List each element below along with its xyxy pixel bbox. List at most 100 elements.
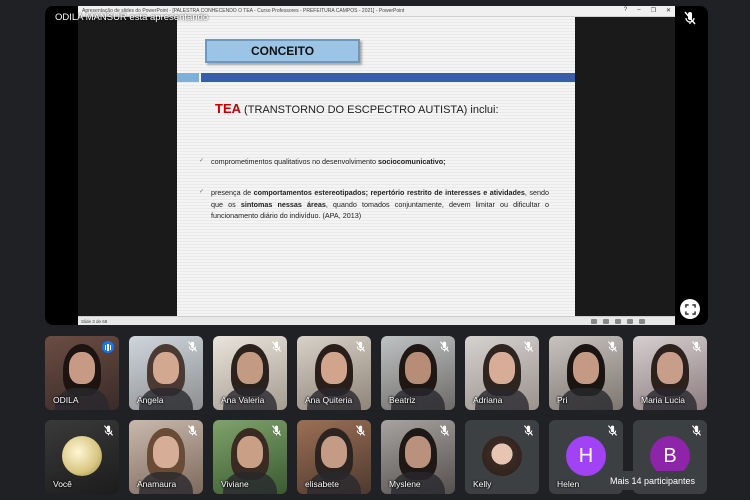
participant-tile[interactable]: Myslene bbox=[381, 420, 455, 494]
video-face bbox=[153, 436, 179, 468]
avatar: H bbox=[566, 436, 606, 476]
participant-name: Ana Quiteria bbox=[305, 395, 353, 405]
heading-tea: TEA bbox=[215, 101, 241, 116]
check-icon: ✓ bbox=[199, 158, 205, 164]
video-face bbox=[237, 352, 263, 384]
window-minimize-icon[interactable]: – bbox=[637, 7, 640, 14]
participant-tile[interactable]: Beatriz bbox=[381, 336, 455, 410]
slide-accent-bar-right bbox=[201, 73, 575, 82]
mic-off-icon bbox=[188, 341, 197, 352]
fullscreen-icon bbox=[684, 303, 696, 315]
window-help-icon[interactable]: ? bbox=[624, 7, 627, 14]
presentation-area: ODILA MANSUR está apresentando Apresenta… bbox=[45, 6, 708, 325]
mic-off-icon bbox=[692, 341, 701, 352]
mic-off-icon bbox=[440, 425, 449, 436]
ppt-body: CONCEITO TEA (TRANSTORNO DO ESCPECTRO AU… bbox=[78, 17, 675, 316]
participant-tile[interactable]: Você bbox=[45, 420, 119, 494]
participant-tile[interactable]: elisabete bbox=[297, 420, 371, 494]
mic-off-icon bbox=[356, 341, 365, 352]
bullet-2-text-b: comportamentos estereotipados; repertóri… bbox=[253, 188, 525, 197]
mic-off-icon bbox=[524, 425, 533, 436]
video-face bbox=[657, 352, 683, 384]
participant-name: Adriana bbox=[473, 395, 503, 405]
bullet-1-text-a: comprometimentos qualitativos no desenvo… bbox=[211, 157, 378, 166]
participant-tile[interactable]: Ana Valeria bbox=[213, 336, 287, 410]
video-face bbox=[489, 352, 515, 384]
video-face bbox=[405, 352, 431, 384]
participant-name: Angela bbox=[137, 395, 164, 405]
participant-name: Ana Valeria bbox=[221, 395, 265, 405]
slide-title: CONCEITO bbox=[205, 39, 360, 63]
video-face bbox=[405, 436, 431, 468]
speaking-indicator-icon bbox=[102, 341, 114, 353]
avatar bbox=[482, 436, 522, 476]
participant-name: Pri bbox=[557, 395, 568, 405]
participant-tile[interactable]: Ana Quiteria bbox=[297, 336, 371, 410]
slide-accent-bar-left bbox=[177, 73, 199, 82]
powerpoint-window: Apresentação de slides do PowerPoint - [… bbox=[78, 6, 675, 325]
participant-name: Você bbox=[53, 479, 72, 489]
video-face bbox=[69, 352, 95, 384]
bullet-2-text-d: sintomas nessas áreas bbox=[240, 199, 326, 209]
participant-name: Viviane bbox=[221, 479, 249, 489]
video-face bbox=[321, 352, 347, 384]
bullet-1-text-b: sociocomunicativo bbox=[378, 157, 444, 166]
mic-off-icon bbox=[272, 341, 281, 352]
slide: CONCEITO TEA (TRANSTORNO DO ESCPECTRO AU… bbox=[177, 17, 575, 316]
participant-tile[interactable]: Viviane bbox=[213, 420, 287, 494]
mic-off-icon bbox=[272, 425, 281, 436]
participant-tile[interactable]: Angela bbox=[129, 336, 203, 410]
video-face bbox=[321, 436, 347, 468]
meeting-stage: ODILA MANSUR está apresentando Apresenta… bbox=[0, 0, 750, 500]
normal-view-icon[interactable] bbox=[603, 319, 609, 324]
more-participants-button[interactable]: Mais 14 participantes bbox=[603, 471, 703, 490]
self-avatar bbox=[62, 436, 102, 476]
reading-view-icon[interactable] bbox=[627, 319, 633, 324]
sorter-view-icon[interactable] bbox=[615, 319, 621, 324]
mic-off-icon bbox=[440, 341, 449, 352]
mic-off-icon bbox=[608, 425, 617, 436]
mic-off-icon bbox=[692, 425, 701, 436]
bullet-2-text-a: presença de bbox=[211, 188, 254, 197]
heading-rest: (TRANSTORNO DO ESCPECTRO AUTISTA) inclui… bbox=[241, 104, 499, 116]
check-icon: ✓ bbox=[199, 189, 205, 195]
participant-name: Helen bbox=[557, 479, 580, 489]
bullet-1: ✓ comprometimentos qualitativos no desen… bbox=[199, 156, 519, 168]
participant-name: Anamaura bbox=[137, 479, 177, 489]
mic-off-icon bbox=[188, 425, 197, 436]
presenter-label: ODILA MANSUR está apresentando bbox=[55, 12, 209, 23]
window-close-icon[interactable]: ✕ bbox=[666, 7, 671, 14]
bullet-1-text-c: ; bbox=[443, 157, 446, 166]
video-face bbox=[153, 352, 179, 384]
participant-tile[interactable]: Anamaura bbox=[129, 420, 203, 494]
participant-name: elisabete bbox=[305, 479, 340, 489]
slideshow-icon[interactable] bbox=[639, 319, 645, 324]
mic-off-icon bbox=[608, 341, 617, 352]
participant-name: Myslene bbox=[389, 479, 421, 489]
ppt-status-bar: Slide 3 de 68 bbox=[78, 316, 675, 325]
participant-tile[interactable]: Maria Lucia bbox=[633, 336, 707, 410]
mic-off-icon bbox=[524, 341, 533, 352]
mic-off-icon bbox=[684, 11, 696, 25]
window-restore-icon[interactable]: ❐ bbox=[651, 7, 656, 14]
participant-name: Beatriz bbox=[389, 395, 416, 405]
participant-tile[interactable]: Adriana bbox=[465, 336, 539, 410]
window-controls: ? – ❐ ✕ bbox=[624, 7, 671, 14]
fullscreen-button[interactable] bbox=[680, 299, 700, 319]
bullet-2: ✓ presença de comportamentos estereotipa… bbox=[199, 187, 549, 222]
video-face bbox=[573, 352, 599, 384]
participant-tile[interactable]: ODILA bbox=[45, 336, 119, 410]
participant-name: Kelly bbox=[473, 479, 492, 489]
participant-tile[interactable]: Kelly bbox=[465, 420, 539, 494]
slide-heading: TEA (TRANSTORNO DO ESCPECTRO AUTISTA) in… bbox=[215, 101, 499, 116]
participant-name: ODILA bbox=[53, 395, 79, 405]
mic-off-icon bbox=[104, 425, 113, 436]
video-face bbox=[237, 436, 263, 468]
mic-off-icon bbox=[356, 425, 365, 436]
participant-name: Maria Lucia bbox=[641, 395, 685, 405]
ppt-view-icons bbox=[591, 319, 645, 324]
slide-counter: Slide 3 de 68 bbox=[81, 318, 108, 324]
notes-icon[interactable] bbox=[591, 319, 597, 324]
participant-tile[interactable]: Pri bbox=[549, 336, 623, 410]
avatar: B bbox=[650, 436, 690, 476]
